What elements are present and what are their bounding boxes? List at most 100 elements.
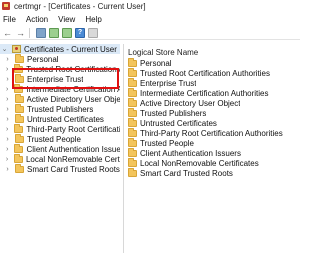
list-item-label: Intermediate Certification Authorities xyxy=(140,88,269,98)
tree-item-label: Local NonRemovable Certificat xyxy=(25,154,120,164)
properties-icon[interactable] xyxy=(49,27,59,38)
tree-item-label: Third-Party Root Certification xyxy=(26,124,120,134)
tree-item-label: Active Directory User Object xyxy=(26,94,120,104)
list-item[interactable]: Trusted Publishers xyxy=(124,107,300,118)
folder-icon xyxy=(15,133,24,143)
tree-item-label: Smart Card Trusted Roots xyxy=(27,164,120,174)
folder-icon xyxy=(128,67,137,77)
tree-item-personal[interactable]: › Personal xyxy=(0,53,120,64)
folder-icon xyxy=(128,57,137,67)
list-item[interactable]: Trusted Root Certification Authorities xyxy=(124,67,300,78)
list-item[interactable]: Smart Card Trusted Roots xyxy=(124,167,300,178)
help-icon[interactable]: ? xyxy=(75,27,85,38)
tree-root-certificates-current-user[interactable]: ⌄ Certificates - Current User xyxy=(0,44,120,54)
folder-icon xyxy=(15,103,24,113)
list-item-label: Third-Party Root Certification Authoriti… xyxy=(140,128,283,138)
toolbar-separator xyxy=(29,27,30,38)
expand-chevron-icon[interactable]: › xyxy=(4,106,11,113)
folder-icon xyxy=(128,117,137,127)
toolbar: ← → ? xyxy=(0,26,300,40)
expand-chevron-icon[interactable]: › xyxy=(4,116,11,123)
folder-icon xyxy=(14,83,24,93)
tree-item-active-directory[interactable]: › Active Directory User Object xyxy=(0,93,120,104)
tree-item-trusted-people[interactable]: › Trusted People xyxy=(0,133,120,144)
list-item-label: Enterprise Trust xyxy=(140,78,197,88)
tree-item-untrusted[interactable]: › Untrusted Certificates xyxy=(0,113,120,124)
tree-item-trusted-root[interactable]: › Trusted Root Certification Aut xyxy=(0,63,120,74)
expand-chevron-icon[interactable]: › xyxy=(4,126,10,133)
list-item[interactable]: Client Authentication Issuers xyxy=(124,147,300,158)
menu-bar: File Action View Help xyxy=(0,13,300,25)
list-item[interactable]: Active Directory User Object xyxy=(124,97,300,108)
list-item[interactable]: Intermediate Certification Authorities xyxy=(124,87,300,98)
tree-item-enterprise-trust[interactable]: › Enterprise Trust xyxy=(0,73,120,84)
tree-root-label: Certificates - Current User xyxy=(24,44,117,54)
tree-item-label: Intermediate Certification Aut xyxy=(26,84,120,94)
folder-icon xyxy=(13,153,23,163)
tree-item-label: Trusted Root Certification Aut xyxy=(26,64,120,74)
list-item-label: Untrusted Certificates xyxy=(140,118,217,128)
folder-icon xyxy=(128,147,137,157)
tree-item-smart-card-roots[interactable]: › Smart Card Trusted Roots xyxy=(0,163,120,174)
menu-help[interactable]: Help xyxy=(80,15,106,24)
expand-chevron-icon[interactable]: › xyxy=(4,156,10,163)
expand-chevron-icon[interactable]: › xyxy=(4,136,11,143)
tree-item-trusted-publishers[interactable]: › Trusted Publishers xyxy=(0,103,120,114)
collapse-chevron-icon[interactable]: ⌄ xyxy=(1,45,8,53)
expand-chevron-icon[interactable]: › xyxy=(4,76,11,83)
tree-item-label: Untrusted Certificates xyxy=(27,114,104,124)
tree-item-client-auth-issuers[interactable]: › Client Authentication Issuers xyxy=(0,143,120,154)
list-item-label: Trusted Root Certification Authorities xyxy=(140,68,270,78)
certmgr-app-icon xyxy=(2,2,10,10)
list-item-label: Trusted People xyxy=(140,138,194,148)
list-item-label: Personal xyxy=(140,58,172,68)
expand-chevron-icon[interactable]: › xyxy=(4,56,11,63)
show-hide-console-tree-icon[interactable] xyxy=(36,27,46,38)
list-item-label: Trusted Publishers xyxy=(140,108,207,118)
list-item-label: Active Directory User Object xyxy=(140,98,241,108)
expand-chevron-icon[interactable]: › xyxy=(4,146,10,153)
console-tree: ⌄ Certificates - Current User › Personal … xyxy=(0,44,120,253)
window-title: certmgr - [Certificates - Current User] xyxy=(14,1,146,11)
tree-item-intermediate[interactable]: › Intermediate Certification Aut xyxy=(0,83,120,94)
folder-icon xyxy=(15,113,24,123)
menu-view[interactable]: View xyxy=(53,15,80,24)
menu-file[interactable]: File xyxy=(0,15,21,24)
menu-action[interactable]: Action xyxy=(21,15,53,24)
back-arrow-icon[interactable]: ← xyxy=(2,27,13,38)
expand-chevron-icon[interactable]: › xyxy=(4,66,10,73)
list-item-label: Smart Card Trusted Roots xyxy=(140,168,233,178)
forward-arrow-icon[interactable]: → xyxy=(15,27,26,38)
list-item[interactable]: Local NonRemovable Certificates xyxy=(124,157,300,168)
list-item[interactable]: Enterprise Trust xyxy=(124,77,300,88)
folder-icon xyxy=(14,93,24,103)
column-header-logical-store-name[interactable]: Logical Store Name xyxy=(124,48,300,58)
list-item[interactable]: Untrusted Certificates xyxy=(124,117,300,128)
folder-icon xyxy=(128,107,137,117)
list-item[interactable]: Trusted People xyxy=(124,137,300,148)
export-list-icon[interactable] xyxy=(62,27,72,38)
certificates-snapin-icon xyxy=(12,45,21,53)
tree-item-local-nonremovable[interactable]: › Local NonRemovable Certificat xyxy=(0,153,120,164)
list-item[interactable]: Personal xyxy=(124,57,300,68)
action-pane-icon[interactable] xyxy=(88,27,98,38)
folder-icon xyxy=(14,63,24,73)
expand-chevron-icon[interactable]: › xyxy=(4,96,11,103)
folder-icon xyxy=(128,127,137,137)
folder-icon xyxy=(128,87,137,97)
expand-chevron-icon[interactable]: › xyxy=(4,166,11,173)
folder-icon xyxy=(14,143,24,153)
folder-icon xyxy=(14,123,24,133)
tree-item-label: Trusted People xyxy=(27,134,81,144)
folder-icon xyxy=(128,167,137,177)
folder-icon xyxy=(15,73,24,83)
folder-icon xyxy=(15,53,24,63)
expand-chevron-icon[interactable]: › xyxy=(4,86,10,93)
folder-icon xyxy=(128,77,137,87)
list-item[interactable]: Third-Party Root Certification Authoriti… xyxy=(124,127,300,138)
tree-item-third-party-root[interactable]: › Third-Party Root Certification xyxy=(0,123,120,134)
folder-icon xyxy=(128,157,137,167)
title-bar: certmgr - [Certificates - Current User] xyxy=(0,0,300,12)
list-item-label: Client Authentication Issuers xyxy=(140,148,241,158)
tree-item-label: Enterprise Trust xyxy=(27,74,84,84)
